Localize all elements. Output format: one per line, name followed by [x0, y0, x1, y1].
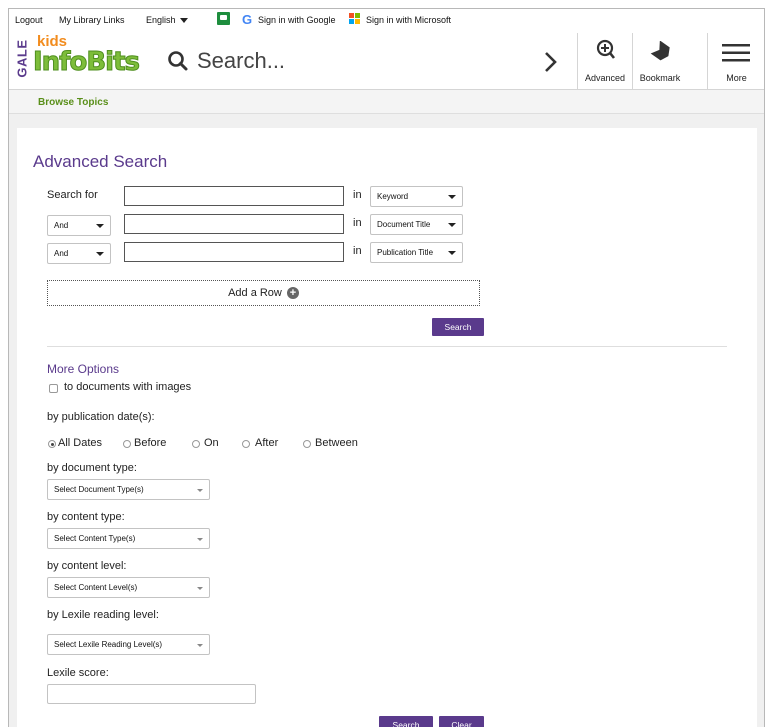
date-radio-on[interactable]	[192, 440, 200, 448]
search-term-input-2[interactable]	[124, 214, 344, 234]
chevron-down-icon	[179, 18, 188, 24]
date-radio-all[interactable]	[48, 440, 56, 448]
date-option-label: Between	[315, 437, 358, 449]
chevron-down-icon	[96, 224, 104, 228]
content-type-select-value: Select Content Type(s)	[54, 534, 136, 543]
in-label: in	[353, 245, 362, 257]
operator-select-2[interactable]: And	[47, 215, 111, 236]
page-title: Advanced Search	[33, 152, 168, 171]
in-label: in	[353, 189, 362, 201]
operator-select-3[interactable]: And	[47, 243, 111, 264]
google-icon: G	[242, 12, 253, 27]
lexile-level-select-value: Select Lexile Reading Level(s)	[54, 640, 163, 649]
utility-bar: Logout My Library Links English G Sign i…	[9, 9, 764, 33]
more-options-heading: More Options	[47, 362, 120, 376]
search-for-label: Search for	[47, 189, 98, 201]
more-menu-button[interactable]: More	[707, 33, 764, 90]
browse-bar: Browse Topics	[9, 90, 764, 114]
content-level-select[interactable]: Select Content Level(s)	[47, 577, 210, 598]
search-term-input-1[interactable]	[124, 186, 344, 206]
main-area: Advanced Search Search for in Keyword An…	[9, 114, 764, 727]
field-select-3[interactable]: Publication Title	[370, 242, 463, 263]
operator-select-value: And	[54, 221, 69, 230]
field-select-value: Document Title	[377, 220, 431, 229]
gale-logo: GALE	[14, 39, 30, 78]
search-term-input-3[interactable]	[124, 242, 344, 262]
date-radio-between[interactable]	[303, 440, 311, 448]
bookmark-button[interactable]: Bookmark	[632, 33, 687, 90]
language-label: English	[146, 15, 176, 25]
browse-topics-link[interactable]: Browse Topics	[38, 97, 108, 108]
app-window: Logout My Library Links English G Sign i…	[8, 8, 765, 727]
chevron-down-icon	[197, 587, 203, 590]
search-button-bottom[interactable]: Search	[379, 716, 433, 727]
content-type-select[interactable]: Select Content Type(s)	[47, 528, 210, 549]
doc-type-select-value: Select Document Type(s)	[54, 485, 144, 494]
date-option-label: After	[255, 437, 279, 449]
language-selector[interactable]: English	[146, 15, 188, 25]
content-type-label: by content type:	[47, 511, 125, 523]
zoom-plus-icon	[596, 39, 616, 59]
plus-circle-icon: +	[286, 287, 299, 300]
field-select-value: Publication Title	[377, 248, 434, 257]
field-select-2[interactable]: Document Title	[370, 214, 463, 235]
chevron-down-icon	[197, 489, 203, 492]
search-button-top[interactable]: Search	[432, 318, 484, 336]
microsoft-icon	[349, 13, 360, 24]
date-option-label: On	[204, 437, 219, 449]
more-label: More	[726, 73, 747, 83]
google-signin-link[interactable]: Sign in with Google	[258, 15, 336, 25]
doc-type-label: by document type:	[47, 462, 137, 474]
images-checkbox[interactable]	[49, 384, 58, 393]
site-header: GALE kids InfoBits Advanced Bookmark Mor…	[9, 33, 764, 90]
operator-select-value: And	[54, 249, 69, 258]
microsoft-signin-link[interactable]: Sign in with Microsoft	[366, 15, 451, 25]
add-row-button[interactable]: Add a Row +	[47, 280, 480, 306]
chevron-down-icon	[448, 223, 456, 227]
infobits-logo[interactable]: InfoBits	[33, 47, 141, 78]
images-checkbox-label: to documents with images	[64, 381, 192, 393]
date-radio-after[interactable]	[242, 440, 250, 448]
logout-link[interactable]: Logout	[15, 15, 43, 25]
content-level-label: by content level:	[47, 560, 127, 572]
in-label: in	[353, 217, 362, 229]
chevron-down-icon	[448, 195, 456, 199]
lexile-level-label: by Lexile reading level:	[47, 609, 159, 621]
search-input[interactable]	[195, 46, 525, 76]
hamburger-icon	[722, 44, 750, 62]
divider	[47, 346, 727, 347]
chevron-down-icon	[448, 251, 456, 255]
search-icon	[167, 50, 189, 77]
google-classroom-icon[interactable]	[217, 12, 230, 25]
bookmark-label: Bookmark	[639, 73, 681, 83]
search-submit-arrow-icon[interactable]	[544, 50, 558, 81]
pub-date-label: by publication date(s):	[47, 411, 155, 423]
chevron-down-icon	[96, 252, 104, 256]
advanced-search-button[interactable]: Advanced	[577, 33, 632, 90]
date-option-label: All Dates	[58, 437, 103, 449]
lexile-level-select[interactable]: Select Lexile Reading Level(s)	[47, 634, 210, 655]
clear-button[interactable]: Clear	[439, 716, 484, 727]
library-links-link[interactable]: My Library Links	[59, 15, 125, 25]
field-select-value: Keyword	[377, 192, 409, 201]
advanced-search-panel: Advanced Search Search for in Keyword An…	[17, 128, 757, 727]
lexile-score-label: Lexile score:	[47, 667, 109, 679]
date-radio-before[interactable]	[123, 440, 131, 448]
chevron-down-icon	[197, 644, 203, 647]
lexile-score-input[interactable]	[47, 684, 256, 704]
field-select-1[interactable]: Keyword	[370, 186, 463, 207]
add-row-label: Add a Row	[228, 287, 282, 299]
date-option-label: Before	[134, 437, 167, 449]
chevron-down-icon	[197, 538, 203, 541]
content-level-select-value: Select Content Level(s)	[54, 583, 138, 592]
bookmark-icon	[650, 41, 670, 61]
advanced-label: Advanced	[584, 73, 626, 83]
doc-type-select[interactable]: Select Document Type(s)	[47, 479, 210, 500]
